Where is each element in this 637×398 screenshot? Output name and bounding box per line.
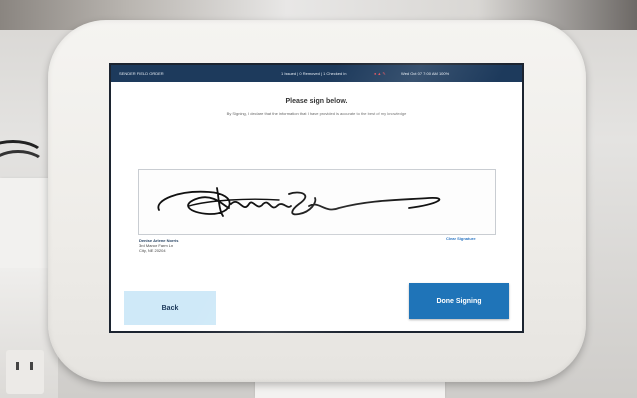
clear-signature-link[interactable]: Clear Signature (446, 236, 476, 241)
status-summary: 1 Issued | 0 Removed | 1 Checked in (281, 71, 347, 76)
page-title: Please sign below. (285, 98, 348, 105)
back-button[interactable]: Back (124, 291, 216, 325)
signature-pad[interactable] (138, 169, 496, 235)
signer-info: Denise Arlene Norris 3rd Manor Farm Ln C… (139, 238, 178, 253)
power-outlet (6, 350, 44, 394)
status-bar: SENDER FIELD ORDER 1 Issued | 0 Removed … (111, 65, 522, 82)
back-button-label: Back (161, 304, 179, 312)
status-left-text: SENDER FIELD ORDER (119, 71, 164, 76)
status-datetime: Wed Oct 07 7:00 AM 100% (401, 71, 450, 76)
signer-address-line2: City, NE 20204 (139, 248, 166, 253)
status-icons: ●▲✎ (374, 65, 387, 82)
done-signing-button[interactable]: Done Signing (409, 283, 509, 319)
signature-stroke (157, 187, 441, 217)
settings-icon[interactable]: ✎ (382, 71, 386, 76)
done-signing-label: Done Signing (436, 297, 482, 305)
declaration-text: By Signing, I declare that the informati… (226, 111, 407, 116)
tablet-screen: SENDER FIELD ORDER 1 Issued | 0 Removed … (109, 63, 524, 333)
